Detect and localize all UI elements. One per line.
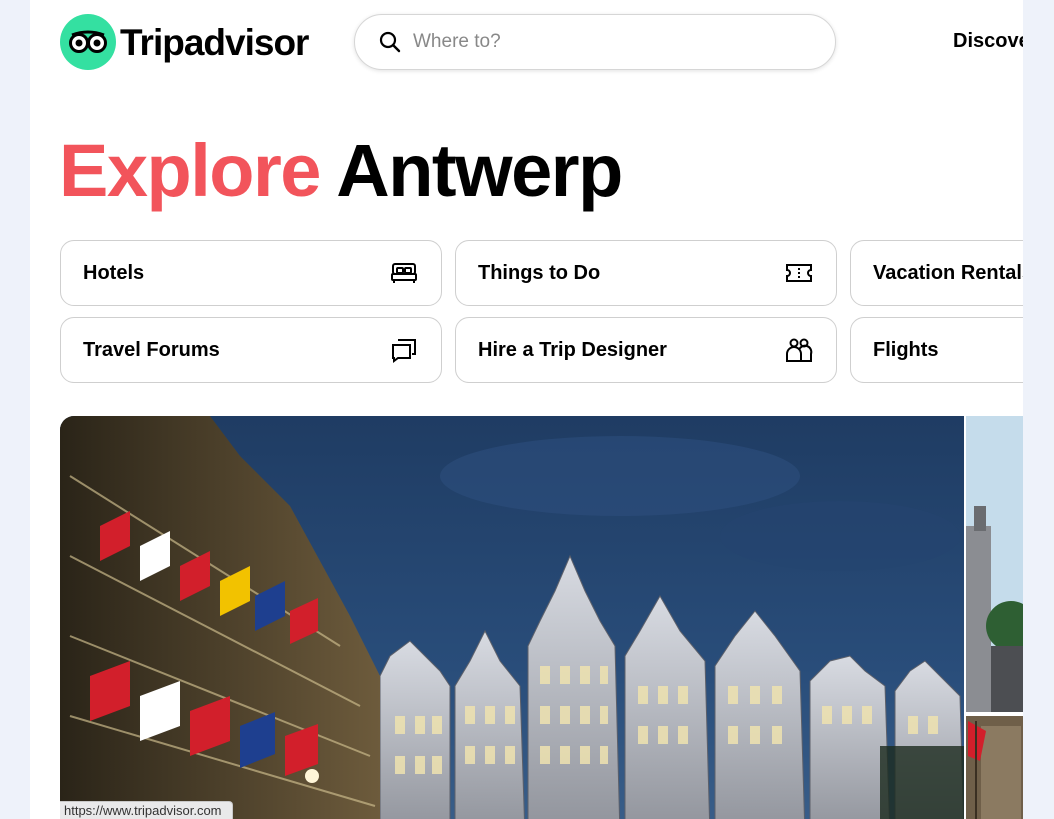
page: Tripadvisor Discover Explore Antwerp Hot… — [30, 0, 1023, 819]
search-icon — [379, 31, 401, 53]
bed-icon — [389, 258, 419, 288]
tripadvisor-logo[interactable]: Tripadvisor — [60, 14, 309, 70]
category-label: Hire a Trip Designer — [478, 338, 667, 361]
category-hire-trip-designer[interactable]: Hire a Trip Designer — [455, 317, 837, 383]
thumbnail-image[interactable] — [966, 716, 1023, 819]
chat-icon — [389, 335, 419, 365]
category-label: Things to Do — [478, 261, 601, 284]
category-label: Vacation Rentals — [873, 261, 1023, 284]
category-hotels[interactable]: Hotels — [60, 240, 442, 306]
title-accent: Explore — [59, 129, 321, 212]
category-label: Hotels — [83, 261, 145, 284]
category-flights[interactable]: Flights — [850, 317, 1023, 383]
category-label: Travel Forums — [83, 338, 220, 361]
antwerp-square-illustration — [60, 416, 964, 819]
people-icon — [784, 335, 814, 365]
nav-discover-link[interactable]: Discover — [953, 30, 1023, 53]
brand-name: Tripadvisor — [120, 21, 309, 63]
status-bar-url: https://www.tripadvisor.com — [60, 801, 233, 819]
category-travel-forums[interactable]: Travel Forums — [60, 317, 442, 383]
ticket-icon — [784, 258, 814, 288]
owl-logo-icon — [60, 14, 116, 70]
category-vacation-rentals[interactable]: Vacation Rentals — [850, 240, 1023, 306]
category-things-to-do[interactable]: Things to Do — [455, 240, 837, 306]
hero-image[interactable] — [60, 416, 964, 819]
thumbnail-image[interactable] — [966, 416, 1023, 712]
title-city: Antwerp — [336, 129, 623, 212]
page-title: Explore Antwerp — [59, 128, 623, 213]
search-bar[interactable] — [354, 14, 836, 70]
category-label: Flights — [873, 338, 939, 361]
search-input[interactable] — [413, 31, 793, 53]
